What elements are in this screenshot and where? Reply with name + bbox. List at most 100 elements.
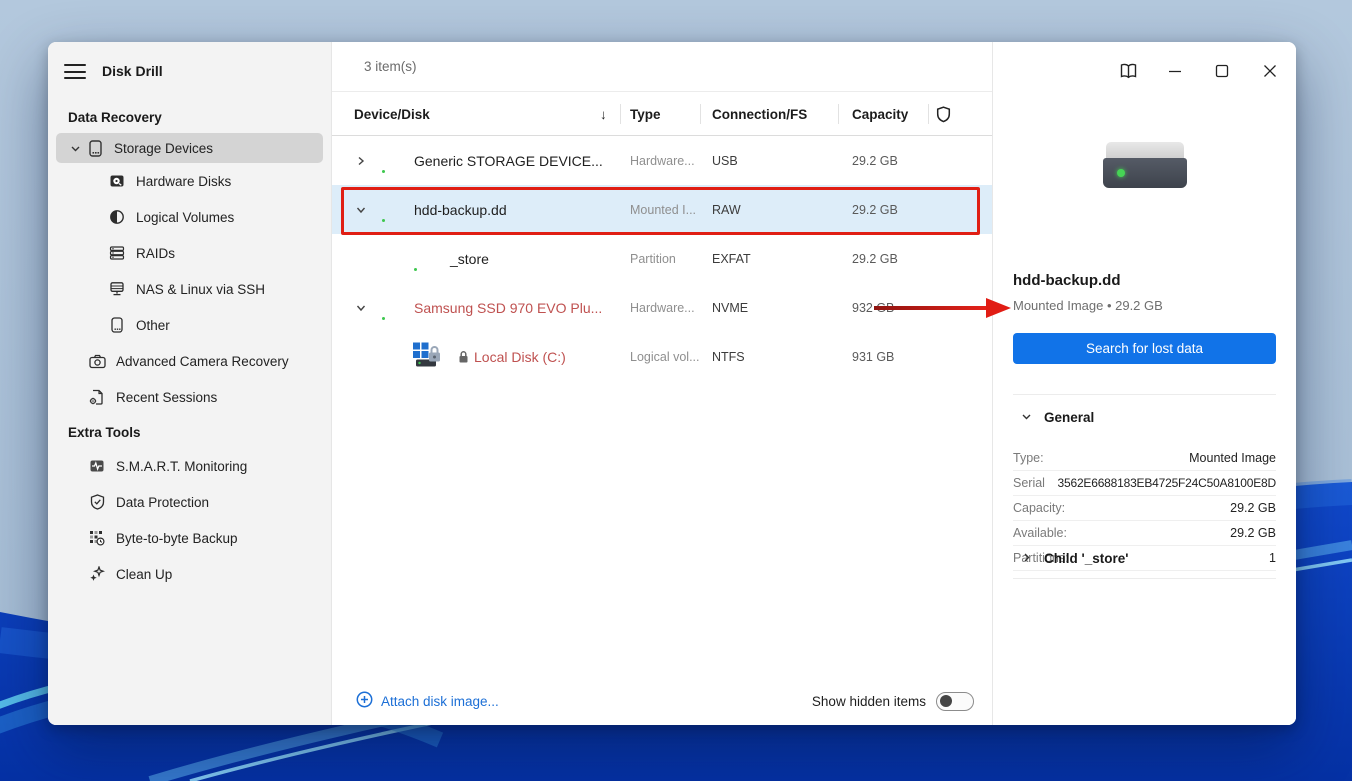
logical-volume-icon	[108, 208, 126, 226]
list-footer: Attach disk image... Show hidden items	[332, 677, 992, 725]
chevron-down-icon	[1021, 410, 1032, 425]
selected-device-name: hdd-backup.dd	[1013, 272, 1121, 289]
sidebar-item-hardware-disks[interactable]: Hardware Disks	[48, 163, 331, 199]
column-header-device-disk[interactable]: Device/Disk	[354, 92, 430, 136]
sidebar-item-label: Byte-to-byte Backup	[116, 530, 238, 546]
items-count: 3 item(s)	[332, 42, 992, 92]
hamburger-menu-icon[interactable]	[64, 63, 86, 79]
drive-illustration-icon	[1102, 142, 1187, 190]
device-capacity: 932 GB	[852, 300, 895, 315]
device-capacity: 29.2 GB	[852, 202, 898, 217]
sidebar-item-recent-sessions[interactable]: Recent Sessions	[48, 379, 331, 415]
selected-device-subtitle: Mounted Image • 29.2 GB	[1013, 298, 1163, 313]
sidebar-item-label: Logical Volumes	[136, 209, 235, 225]
sort-descending-icon[interactable]: ↓	[600, 92, 607, 136]
detail-row-available: Available: 29.2 GB	[1013, 521, 1276, 546]
sidebar: Disk Drill Data Recovery Storage Devices…	[48, 42, 332, 725]
device-list-panel: 3 item(s) Device/Disk ↓ Type Connection/…	[332, 42, 992, 725]
sidebar-item-label: Clean Up	[116, 566, 173, 582]
table-row-samsung-ssd[interactable]: Samsung SSD 970 EVO Plu... Hardware... N…	[332, 283, 992, 332]
shield-column-icon[interactable]	[936, 92, 951, 136]
column-header-connection-fs[interactable]: Connection/FS	[712, 92, 807, 136]
chevron-down-icon	[70, 143, 86, 154]
show-hidden-items-toggle[interactable]	[936, 691, 974, 711]
detail-row-serial: Serial 3562E6688183EB4725F24C50A8100E8D	[1013, 471, 1276, 496]
sidebar-item-label: NAS & Linux via SSH	[136, 281, 266, 297]
chevron-down-icon[interactable]	[356, 205, 366, 215]
sidebar-item-clean-up[interactable]: Clean Up	[48, 556, 331, 592]
chevron-right-icon	[1021, 551, 1032, 566]
table-row-hdd-backup-dd[interactable]: hdd-backup.dd Mounted I... RAW 29.2 GB	[332, 185, 992, 234]
device-connection: RAW	[712, 202, 741, 217]
device-name: Generic STORAGE DEVICE...	[414, 152, 603, 169]
attach-disk-image-link[interactable]: Attach disk image...	[356, 691, 499, 711]
sparkles-icon	[88, 565, 106, 583]
sidebar-item-storage-devices[interactable]: Storage Devices	[56, 133, 323, 163]
circle-plus-icon	[356, 691, 373, 711]
sidebar-item-advanced-camera-recovery[interactable]: Advanced Camera Recovery	[48, 343, 331, 379]
detail-row-capacity: Capacity: 29.2 GB	[1013, 496, 1276, 521]
lock-icon	[458, 350, 469, 363]
sidebar-header: Disk Drill	[48, 42, 331, 100]
device-capacity: 29.2 GB	[852, 251, 898, 266]
sidebar-item-raids[interactable]: RAIDs	[48, 235, 331, 271]
chevron-down-icon[interactable]	[356, 303, 366, 313]
sidebar-item-label: Data Protection	[116, 494, 210, 510]
search-for-lost-data-button[interactable]: Search for lost data	[1013, 333, 1276, 364]
raid-icon	[108, 244, 126, 262]
section-label-data-recovery: Data Recovery	[68, 110, 162, 125]
table-header: Device/Disk ↓ Type Connection/FS Capacit…	[332, 92, 992, 136]
storage-device-icon	[86, 139, 104, 157]
windows-system-disk-icon	[410, 340, 444, 373]
sidebar-item-label: S.M.A.R.T. Monitoring	[116, 458, 248, 474]
table-row-generic-storage-device[interactable]: Generic STORAGE DEVICE... Hardware... US…	[332, 136, 992, 185]
hardware-disk-icon	[108, 172, 126, 190]
column-header-type[interactable]: Type	[630, 92, 661, 136]
sidebar-item-other[interactable]: Other	[48, 307, 331, 343]
section-label-extra-tools: Extra Tools	[68, 425, 141, 440]
sidebar-item-nas-linux-ssh[interactable]: NAS & Linux via SSH	[48, 271, 331, 307]
device-connection: USB	[712, 153, 738, 168]
device-rows: Generic STORAGE DEVICE... Hardware... US…	[332, 136, 992, 381]
device-name: _store	[450, 250, 489, 267]
maximize-button[interactable]	[1207, 56, 1237, 86]
sidebar-item-logical-volumes[interactable]: Logical Volumes	[48, 199, 331, 235]
device-connection: EXFAT	[712, 251, 751, 266]
device-connection: NTFS	[712, 349, 745, 364]
device-connection: NVME	[712, 300, 749, 315]
device-details-panel: hdd-backup.dd Mounted Image • 29.2 GB Se…	[992, 42, 1296, 725]
show-hidden-items-label: Show hidden items	[811, 693, 926, 709]
other-device-icon	[108, 316, 126, 334]
device-type: Hardware...	[630, 153, 695, 168]
chevron-right-icon[interactable]	[356, 156, 366, 166]
device-name: Samsung SSD 970 EVO Plu...	[414, 299, 603, 316]
device-name: hdd-backup.dd	[414, 201, 507, 218]
detail-row-type: Type: Mounted Image	[1013, 446, 1276, 471]
disk-drill-window: Disk Drill Data Recovery Storage Devices…	[48, 42, 1296, 725]
help-book-icon[interactable]	[1113, 56, 1143, 86]
child-store-section-header[interactable]: Child '_store'	[1021, 551, 1128, 566]
minimize-button[interactable]	[1160, 56, 1190, 86]
device-name: Local Disk (C:)	[474, 348, 566, 365]
sidebar-item-label: Advanced Camera Recovery	[116, 353, 289, 369]
sidebar-item-label: Other	[136, 317, 170, 333]
byte-backup-grid-icon	[88, 529, 106, 547]
sessions-document-gear-icon	[88, 388, 106, 406]
close-button[interactable]	[1255, 56, 1285, 86]
shield-check-icon	[88, 493, 106, 511]
device-capacity: 931 GB	[852, 349, 895, 364]
device-type: Partition	[630, 251, 676, 266]
smart-heartbeat-icon	[88, 457, 106, 475]
column-header-capacity[interactable]: Capacity	[852, 92, 908, 136]
table-row-local-disk-c[interactable]: Local Disk (C:) Logical vol... NTFS 931 …	[332, 332, 992, 381]
app-title: Disk Drill	[102, 63, 163, 79]
sidebar-item-smart-monitoring[interactable]: S.M.A.R.T. Monitoring	[48, 448, 331, 484]
general-section-header[interactable]: General	[1021, 410, 1094, 425]
sidebar-item-label: Storage Devices	[114, 140, 214, 156]
device-capacity: 29.2 GB	[852, 153, 898, 168]
sidebar-item-byte-to-byte-backup[interactable]: Byte-to-byte Backup	[48, 520, 331, 556]
table-row-store-partition[interactable]: _store Partition EXFAT 29.2 GB	[332, 234, 992, 283]
sidebar-item-data-protection[interactable]: Data Protection	[48, 484, 331, 520]
sidebar-item-label: RAIDs	[136, 245, 176, 261]
camera-icon	[88, 352, 106, 370]
